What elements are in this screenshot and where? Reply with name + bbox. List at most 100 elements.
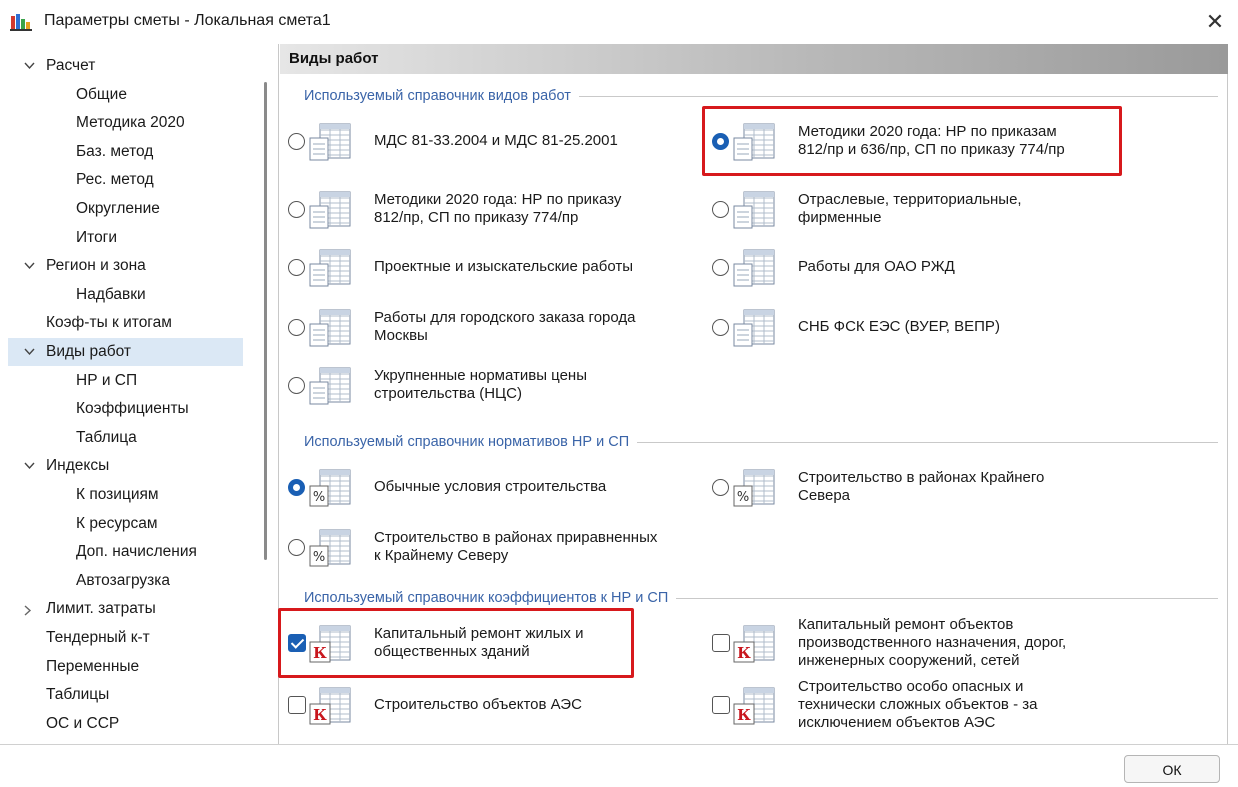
tree-item-label: Таблицы xyxy=(46,686,110,704)
option-label: Методики 2020 года: НР по приказу 812/пр,… xyxy=(374,184,621,234)
chevron-down-icon[interactable] xyxy=(24,252,36,280)
option-label-line: строительства (НЦС) xyxy=(374,385,522,402)
radio-option[interactable]: Проектные и изыскательские работы xyxy=(288,242,698,292)
chevron-right-icon[interactable] xyxy=(24,595,36,623)
tree-item-label: НР и СП xyxy=(76,371,138,389)
checkbox-option[interactable]: К Строительство особо опасных и технически… xyxy=(712,678,1122,731)
tree-item[interactable]: Индексы xyxy=(8,452,253,480)
radio-button[interactable] xyxy=(712,201,729,218)
radio-button[interactable] xyxy=(288,133,305,150)
table-doc-icon xyxy=(308,308,352,348)
checkbox-option[interactable]: К Капитальный ремонт объектов производстве… xyxy=(712,616,1122,669)
radio-option[interactable]: % Строительство в районах приравненных к К… xyxy=(288,522,698,572)
table-doc-icon xyxy=(732,308,776,348)
radio-button[interactable] xyxy=(288,319,305,336)
radio-option[interactable]: Методики 2020 года: НР по приказам 812/пр… xyxy=(712,116,1122,166)
tree-item[interactable]: Виды работ xyxy=(8,338,243,366)
radio-option[interactable]: Отраслевые, территориальные, фирменные xyxy=(712,184,1122,234)
option-label-line: фирменные xyxy=(798,209,882,226)
tree-item[interactable]: Итоги xyxy=(8,224,253,252)
chevron-down-icon[interactable] xyxy=(24,52,36,80)
tree-item[interactable]: Расчет xyxy=(8,52,253,80)
tree-item[interactable]: Коэф-ты к итогам xyxy=(8,309,253,337)
radio-option[interactable]: Укрупненные нормативы цены строительства … xyxy=(288,360,698,410)
option-label: Работы для ОАО РЖД xyxy=(798,242,955,292)
tree-item-label: К позициям xyxy=(76,486,159,503)
tree-item[interactable]: Таблицы xyxy=(8,681,253,709)
panel-divider[interactable] xyxy=(278,44,279,744)
tree-item[interactable]: К ресурсам xyxy=(8,510,253,538)
checkbox-option[interactable]: К Строительство объектов АЭС xyxy=(288,680,698,730)
tree-item[interactable]: Округление xyxy=(8,195,253,223)
option-label-line: Капитальный ремонт объектов xyxy=(798,616,1014,633)
radio-button[interactable] xyxy=(288,539,305,556)
percent-table-icon: % xyxy=(308,528,352,568)
tree-item[interactable]: Лимит. затраты xyxy=(8,595,253,623)
percent-table-icon: % xyxy=(308,468,352,508)
tree-item[interactable]: Таблица xyxy=(8,424,253,452)
chevron-down-icon[interactable] xyxy=(24,452,36,480)
settings-tree: Расчет Общие Методика 2020 Баз. метод Рес. м… xyxy=(8,44,274,744)
radio-option[interactable]: Методики 2020 года: НР по приказу 812/пр,… xyxy=(288,184,698,234)
chevron-down-icon[interactable] xyxy=(24,338,36,366)
radio-button[interactable] xyxy=(288,479,305,496)
tree-item-label: Доп. начисления xyxy=(76,543,197,561)
radio-option[interactable]: Работы для городского заказа города Москв… xyxy=(288,302,698,352)
tree-item[interactable]: НР и СП xyxy=(8,367,253,395)
tree-item[interactable]: Баз. метод xyxy=(8,138,253,166)
tree-item[interactable]: Общие xyxy=(8,81,253,109)
checkbox[interactable] xyxy=(288,696,306,714)
option-label-line: Строительство в районах приравненных xyxy=(374,529,658,546)
radio-option[interactable]: МДС 81-33.2004 и МДС 81-25.2001 xyxy=(288,116,698,166)
tree-item[interactable]: Тендерный к-т xyxy=(8,624,253,652)
dialog-footer: ОК xyxy=(0,744,1238,787)
option-label: Отраслевые, территориальные, фирменные xyxy=(798,184,1022,234)
radio-button[interactable] xyxy=(712,479,729,496)
tree-item[interactable]: Надбавки xyxy=(8,281,253,309)
radio-button[interactable] xyxy=(288,377,305,394)
tree-item[interactable]: Коэффициенты xyxy=(8,395,253,423)
title-bar: Параметры сметы - Локальная смета1 ✕ xyxy=(0,0,1238,44)
tree-item[interactable]: Рес. метод xyxy=(8,166,253,194)
option-label-line: инженерных сооружений, сетей xyxy=(798,652,1020,669)
table-doc-icon xyxy=(308,190,352,230)
k-table-icon: К xyxy=(308,686,352,726)
checkbox-option[interactable]: К Капитальный ремонт жилых и общественных … xyxy=(288,618,698,668)
tree-item[interactable]: Методика 2020 xyxy=(8,109,253,137)
tree-item-label: Рес. метод xyxy=(76,171,154,189)
ok-button[interactable]: ОК xyxy=(1124,755,1220,783)
tree-item-label: Лимит. затраты xyxy=(46,600,156,618)
tree-item-label: Надбавки xyxy=(76,285,146,303)
checkbox[interactable] xyxy=(712,634,730,652)
radio-button[interactable] xyxy=(288,259,305,276)
tree-item[interactable]: Доп. начисления xyxy=(8,538,253,566)
tree-item[interactable]: К позициям xyxy=(8,481,253,509)
radio-option[interactable]: СНБ ФСК ЕЭС (ВУЕР, ВЕПР) xyxy=(712,302,1122,352)
checkbox[interactable] xyxy=(712,696,730,714)
radio-option[interactable]: % Обычные условия строительства xyxy=(288,462,698,512)
panel-header: Виды работ xyxy=(280,44,1228,74)
tree-item-label: Расчет xyxy=(46,57,96,74)
window-title: Параметры сметы - Локальная смета1 xyxy=(44,12,331,29)
radio-button[interactable] xyxy=(288,201,305,218)
option-label-line: Москвы xyxy=(374,327,428,344)
option-label-line: Укрупненные нормативы цены xyxy=(374,367,587,384)
option-label-line: исключением объектов АЭС xyxy=(798,714,996,731)
checkbox[interactable] xyxy=(288,634,306,652)
option-label: Проектные и изыскательские работы xyxy=(374,242,633,292)
close-button[interactable]: ✕ xyxy=(1192,0,1238,44)
radio-button[interactable] xyxy=(712,259,729,276)
group-title-text: Используемый справочник нормативов НР и … xyxy=(304,434,630,450)
tree-item[interactable]: Автозагрузка xyxy=(8,567,253,595)
option-label-line: Работы для ОАО РЖД xyxy=(798,258,955,275)
svg-text:К: К xyxy=(737,644,751,662)
radio-button[interactable] xyxy=(712,133,729,150)
option-label-line: МДС 81-33.2004 и МДС 81-25.2001 xyxy=(374,132,618,149)
tree-item[interactable]: ОС и ССР xyxy=(8,710,253,738)
radio-option[interactable]: Работы для ОАО РЖД xyxy=(712,242,1122,292)
tree-item[interactable]: Переменные xyxy=(8,653,253,681)
radio-option[interactable]: % Строительство в районах Крайнего Севера xyxy=(712,462,1122,512)
radio-button[interactable] xyxy=(712,319,729,336)
tree-scrollbar[interactable] xyxy=(264,82,267,560)
tree-item[interactable]: Регион и зона xyxy=(8,252,253,280)
